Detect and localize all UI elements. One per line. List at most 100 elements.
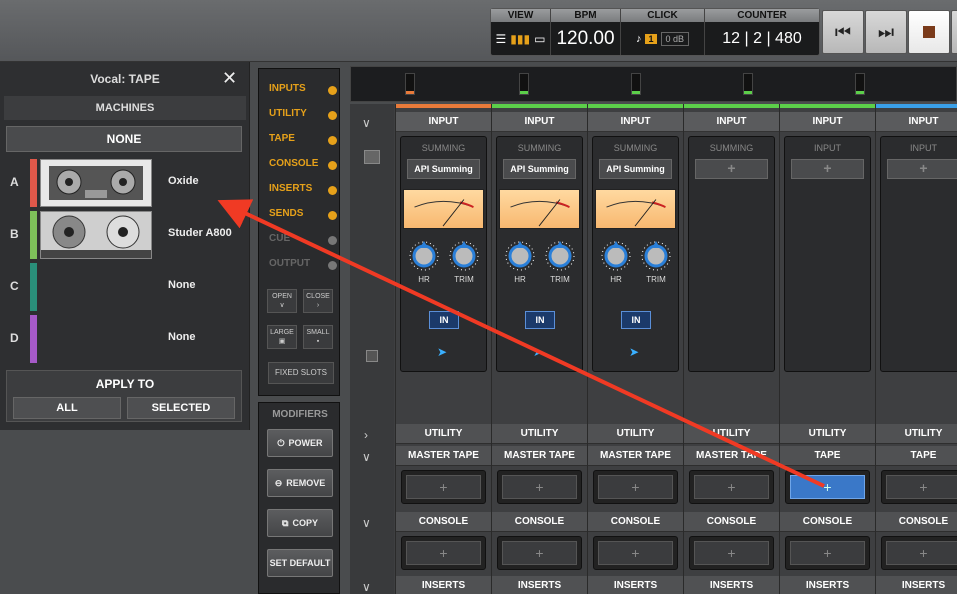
inserts-header[interactable]: INSERTS [876, 576, 957, 594]
apply-selected-button[interactable]: SELECTED [127, 397, 235, 419]
input-header[interactable]: INPUT [876, 112, 957, 132]
rewind-button[interactable]: ⏮ [822, 10, 864, 54]
console-header[interactable]: CONSOLE [588, 512, 683, 532]
utility-header[interactable]: UTILITY [780, 424, 875, 444]
apply-all-button[interactable]: ALL [13, 397, 121, 419]
summing-slot[interactable]: + [887, 159, 957, 179]
none-button[interactable]: NONE [6, 126, 242, 152]
trim-knob[interactable] [641, 239, 671, 273]
utility-header[interactable]: UTILITY [684, 424, 779, 444]
input-header[interactable]: INPUT [780, 112, 875, 132]
large-button[interactable]: LARGE ▣ [267, 325, 297, 349]
expand-icon[interactable] [366, 350, 378, 362]
console-slot[interactable]: + [689, 536, 774, 570]
trim-knob[interactable] [545, 239, 575, 273]
summing-slot[interactable]: + [791, 159, 864, 179]
chevron-down-icon[interactable]: ∨ [362, 516, 371, 530]
close-icon[interactable]: ✕ [222, 68, 237, 89]
console-header[interactable]: CONSOLE [396, 512, 491, 532]
console-header[interactable]: CONSOLE [780, 512, 875, 532]
tape-header[interactable]: TAPE [780, 446, 875, 466]
console-header[interactable]: CONSOLE [492, 512, 587, 532]
console-header[interactable]: CONSOLE [876, 512, 957, 532]
in-button[interactable]: IN [621, 311, 651, 329]
utility-header[interactable]: UTILITY [588, 424, 683, 444]
studer-tape-image[interactable] [40, 211, 152, 259]
power-button[interactable]: ⏻ POWER [267, 429, 333, 457]
tape-slot[interactable]: + [497, 470, 582, 504]
stop-button[interactable] [908, 10, 950, 54]
tape-header[interactable]: TAPE [876, 446, 957, 466]
machine-slot-a[interactable]: A Oxide [4, 159, 246, 207]
module-utility[interactable]: UTILITY [269, 108, 339, 122]
inserts-header[interactable]: INSERTS [492, 576, 587, 594]
console-slot[interactable]: + [785, 536, 870, 570]
mixer-view-icon[interactable]: ▮▮▮ [510, 32, 530, 46]
summing-slot[interactable]: API Summing [599, 159, 672, 179]
module-tape[interactable]: TAPE [269, 133, 339, 147]
set-default-button[interactable]: SET DEFAULT [267, 549, 333, 577]
view-toggle-icon[interactable] [364, 150, 380, 164]
monitor-view-icon[interactable]: ▭ [534, 32, 545, 46]
machine-slot-c[interactable]: C None [4, 263, 246, 311]
tape-slot[interactable]: + [689, 470, 774, 504]
tape-header[interactable]: MASTER TAPE [396, 446, 491, 466]
metronome-icon[interactable]: ♪ [636, 33, 642, 45]
summing-slot[interactable]: API Summing [503, 159, 576, 179]
inserts-header[interactable]: INSERTS [684, 576, 779, 594]
chevron-down-icon[interactable]: ∨ [362, 580, 371, 594]
fixed-slots-button[interactable]: FIXED SLOTS [268, 362, 334, 384]
summing-slot[interactable]: + [695, 159, 768, 179]
module-output[interactable]: OUTPUT [269, 258, 339, 272]
tape-slot[interactable]: + [401, 470, 486, 504]
console-slot[interactable]: + [593, 536, 678, 570]
inserts-header[interactable]: INSERTS [780, 576, 875, 594]
module-console[interactable]: CONSOLE [269, 158, 339, 172]
click-level[interactable]: 0 dB [660, 31, 690, 46]
console-slot[interactable]: + [497, 536, 582, 570]
in-button[interactable]: IN [525, 311, 555, 329]
close-button[interactable]: CLOSE › [303, 289, 333, 313]
chevron-down-icon[interactable]: ∨ [362, 116, 371, 130]
oxide-tape-image[interactable] [40, 159, 152, 207]
bpm-value[interactable]: 120.00 [556, 28, 614, 50]
tape-slot[interactable]: + [881, 470, 957, 504]
input-header[interactable]: INPUT [492, 112, 587, 132]
utility-header[interactable]: UTILITY [492, 424, 587, 444]
chevron-down-icon[interactable]: ∨ [362, 450, 371, 464]
utility-header[interactable]: UTILITY [876, 424, 957, 444]
module-inserts[interactable]: INSERTS [269, 183, 339, 197]
machine-slot-d[interactable]: D None [4, 315, 246, 363]
inserts-header[interactable]: INSERTS [396, 576, 491, 594]
list-view-icon[interactable]: ☰ [496, 32, 507, 46]
console-header[interactable]: CONSOLE [684, 512, 779, 532]
console-slot[interactable]: + [401, 536, 486, 570]
copy-button[interactable]: ⧉ COPY [267, 509, 333, 537]
input-header[interactable]: INPUT [684, 112, 779, 132]
input-header[interactable]: INPUT [588, 112, 683, 132]
tape-header[interactable]: MASTER TAPE [588, 446, 683, 466]
tape-slot[interactable]: + [785, 470, 870, 504]
input-header[interactable]: INPUT [396, 112, 491, 132]
hr-knob[interactable] [409, 239, 439, 273]
console-slot[interactable]: + [881, 536, 957, 570]
tape-slot[interactable]: + [593, 470, 678, 504]
summing-slot[interactable]: API Summing [407, 159, 480, 179]
module-sends[interactable]: SENDS [269, 208, 339, 222]
tape-header[interactable]: MASTER TAPE [684, 446, 779, 466]
module-inputs[interactable]: INPUTS [269, 83, 339, 97]
trim-knob[interactable] [449, 239, 479, 273]
forward-button[interactable]: ⏭ [865, 10, 907, 54]
hr-knob[interactable] [601, 239, 631, 273]
small-button[interactable]: SMALL ▪ [303, 325, 333, 349]
utility-header[interactable]: UTILITY [396, 424, 491, 444]
hr-knob[interactable] [505, 239, 535, 273]
counter-value[interactable]: 12 | 2 | 480 [722, 30, 801, 48]
chevron-right-icon[interactable]: › [364, 428, 368, 442]
inserts-header[interactable]: INSERTS [588, 576, 683, 594]
click-count-badge[interactable]: 1 [645, 33, 657, 44]
remove-button[interactable]: ⊖ REMOVE [267, 469, 333, 497]
module-cue[interactable]: CUE [269, 233, 339, 247]
tape-header[interactable]: MASTER TAPE [492, 446, 587, 466]
machine-slot-b[interactable]: B Studer A800 [4, 211, 246, 259]
